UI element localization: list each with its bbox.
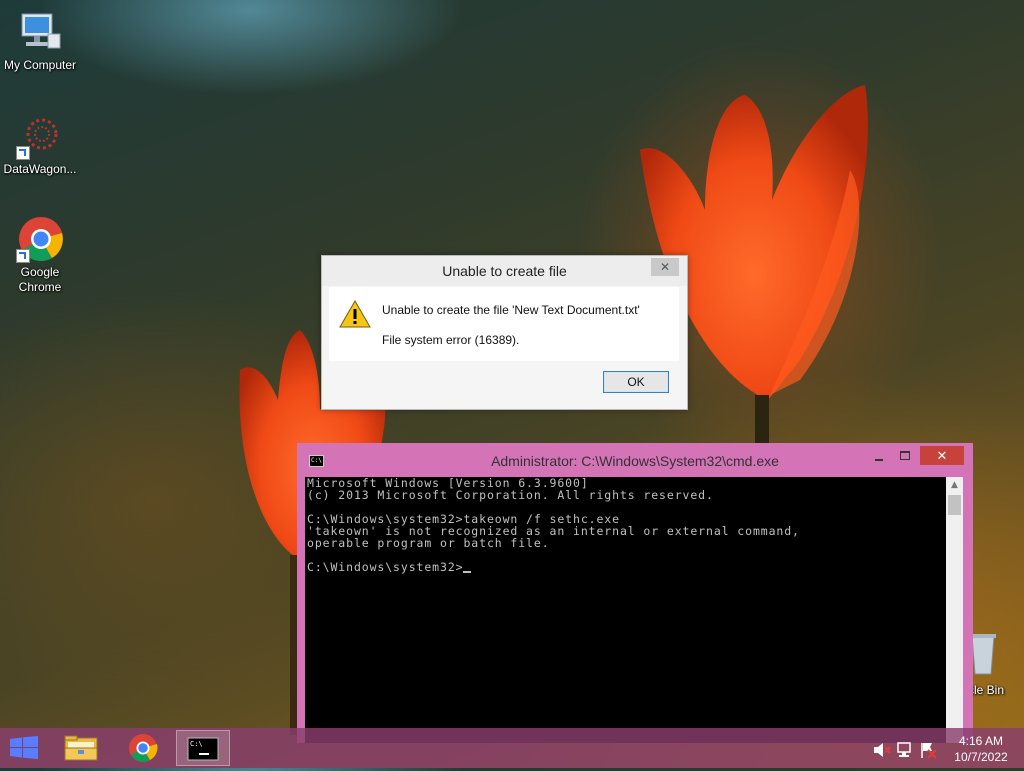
warning-icon bbox=[339, 299, 371, 328]
maximize-button[interactable] bbox=[894, 448, 916, 468]
chrome-icon bbox=[16, 215, 64, 263]
desktop-icon-label: DataWagon... bbox=[3, 162, 77, 176]
text-cursor bbox=[463, 571, 472, 573]
dialog-title: Unable to create file bbox=[442, 263, 567, 279]
dialog-body: Unable to create the file 'New Text Docu… bbox=[329, 287, 679, 361]
system-tray bbox=[874, 742, 937, 759]
folder-icon bbox=[64, 735, 98, 761]
volume-muted-icon[interactable] bbox=[874, 743, 891, 757]
error-dialog: Unable to create file ✕ Unable to create… bbox=[321, 255, 688, 410]
shortcut-arrow-icon bbox=[16, 249, 30, 263]
desktop-icon-label: cle Bin bbox=[968, 683, 1005, 697]
action-center-flag-icon[interactable] bbox=[921, 743, 937, 759]
desktop-icon-label: My Computer bbox=[3, 58, 77, 72]
taskbar-clock[interactable]: 4:16 AM 10/7/2022 bbox=[948, 733, 1014, 765]
scroll-thumb[interactable] bbox=[948, 495, 961, 515]
clock-date: 10/7/2022 bbox=[954, 750, 1008, 764]
dialog-titlebar[interactable]: Unable to create file ✕ bbox=[322, 256, 687, 286]
dialog-error-detail: File system error (16389). bbox=[382, 333, 520, 347]
dialog-message: Unable to create the file 'New Text Docu… bbox=[382, 303, 640, 317]
ok-button[interactable]: OK bbox=[603, 371, 669, 393]
dialog-close-button[interactable]: ✕ bbox=[651, 258, 679, 276]
vertical-scrollbar[interactable]: ▲ bbox=[946, 477, 963, 743]
console-line: operable program or batch file. bbox=[307, 536, 550, 550]
start-button[interactable] bbox=[10, 736, 38, 760]
chrome-icon bbox=[129, 734, 158, 762]
windows-logo-icon bbox=[10, 736, 38, 759]
close-button[interactable]: ✕ bbox=[920, 446, 964, 465]
network-icon[interactable] bbox=[897, 742, 911, 757]
taskbar-command-prompt[interactable]: C:\ bbox=[176, 730, 230, 766]
console-line: (c) 2013 Microsoft Corporation. All righ… bbox=[307, 488, 714, 502]
cmd-console[interactable]: Microsoft Windows [Version 6.3.9600] (c)… bbox=[305, 477, 946, 743]
desktop-icon-recycle-bin[interactable]: cle Bin bbox=[966, 632, 1024, 702]
taskbar-google-chrome[interactable] bbox=[116, 730, 170, 766]
minimize-button[interactable] bbox=[868, 448, 890, 468]
computer-icon bbox=[16, 8, 64, 56]
cmd-icon: C:\ bbox=[187, 737, 219, 761]
desktop-icon-datawagon[interactable]: DataWagon... bbox=[0, 112, 80, 177]
clock-time: 4:16 AM bbox=[958, 734, 1004, 748]
desktop-icon-google-chrome[interactable]: Google Chrome bbox=[0, 215, 80, 295]
svg-text:C:\: C:\ bbox=[190, 740, 203, 748]
datawagon-icon bbox=[16, 112, 64, 160]
shortcut-arrow-icon bbox=[16, 146, 30, 160]
cmd-titlebar[interactable]: C:\ Administrator: C:\Windows\System32\c… bbox=[297, 443, 973, 477]
taskbar-file-explorer[interactable] bbox=[54, 730, 108, 766]
console-prompt: C:\Windows\system32> bbox=[307, 560, 464, 574]
desktop-icon-my-computer[interactable]: My Computer bbox=[0, 8, 80, 73]
scroll-up-arrow-icon[interactable]: ▲ bbox=[946, 477, 963, 493]
console-prompt-line: C:\Windows\system32> bbox=[307, 560, 472, 574]
desktop-icon-label: Google Chrome bbox=[18, 265, 62, 294]
cmd-window: C:\ Administrator: C:\Windows\System32\c… bbox=[297, 443, 973, 743]
